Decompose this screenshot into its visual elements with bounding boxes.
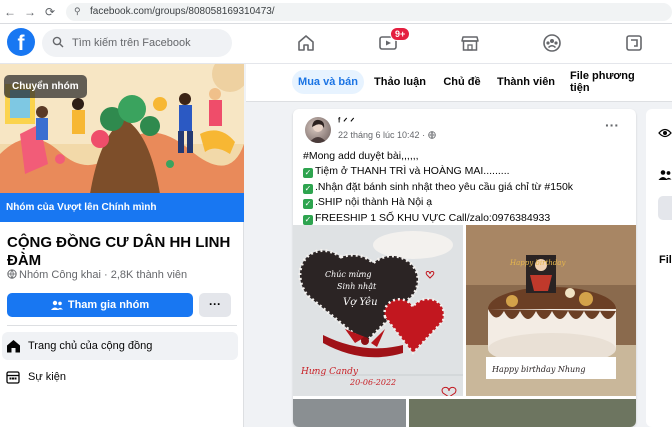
right-info-column: File <box>646 109 672 427</box>
cake-topper-text: Happy birthday <box>509 259 566 267</box>
post-line-text: Tiệm ở THANH TRÌ và HOÀNG MAI......... <box>315 165 510 178</box>
sidebar-divider <box>7 325 237 326</box>
reload-icon[interactable]: ⟳ <box>40 5 60 19</box>
address-url: facebook.com/groups/808058169310473/ <box>90 6 275 17</box>
sidebar-item-label: Sự kiện <box>28 371 66 383</box>
tab-buy-sell[interactable]: Mua và bán <box>292 70 364 94</box>
feed-post: ᶠ ᐟ ᐟ 22 tháng 6 lúc 10:42 · ··· #Mong a… <box>293 109 636 427</box>
group-tabs: Mua và bán Thảo luận Chủ đề Thành viên F… <box>246 64 672 102</box>
post-photo-4[interactable] <box>409 399 636 427</box>
post-line-text: FREESHIP 1 SỐ KHU VỰC Call/zalo:09763849… <box>315 211 551 224</box>
sidebar-item-events[interactable]: Sự kiện <box>2 363 238 391</box>
search-box[interactable]: Tìm kiếm trên Facebook <box>42 29 232 57</box>
cake-brand-text: Hưng Candy <box>300 367 359 377</box>
calendar-icon <box>6 370 28 384</box>
public-globe-icon <box>427 131 436 139</box>
post-line: ✓ FREESHIP 1 SỐ KHU VỰC Call/zalo:0976384… <box>303 211 629 226</box>
check-mark-icon: ✓ <box>303 183 313 194</box>
post-body: #Mong add duyệt bài,,,,,, ✓ Tiệm ở THANH … <box>303 149 629 226</box>
check-mark-icon: ✓ <box>303 168 313 179</box>
members-icon <box>658 170 672 180</box>
post-photo-heart-cake[interactable]: 20-06-2022 Hưng Candy Chúc mừng Sinh nhậ… <box>293 225 463 396</box>
forward-arrow-icon[interactable]: → <box>20 5 40 19</box>
switch-group-button[interactable]: Chuyển nhóm <box>4 75 87 98</box>
tab-topics[interactable]: Chủ đề <box>442 70 482 94</box>
post-photo-birthday-cake[interactable]: Happy birthday Happy birthday Nhung <box>466 225 636 396</box>
post-line: ✓ .SHIP nội thành Hà Nội ạ <box>303 195 629 210</box>
tab-discussion[interactable]: Thảo luận <box>372 70 428 94</box>
cake-message-text: Happy birthday Nhung <box>491 365 585 374</box>
globe-icon <box>7 269 17 279</box>
join-group-button[interactable]: Tham gia nhóm <box>7 293 193 317</box>
search-icon <box>52 36 66 51</box>
back-arrow-icon[interactable]: ← <box>0 5 20 19</box>
sidebar-item-label: Trang chủ của cộng đồng <box>28 340 153 352</box>
group-cover-illustration: Chuyển nhóm Nhóm của Vượt lên Chính mình <box>0 64 244 222</box>
check-mark-icon: ✓ <box>303 214 313 225</box>
site-info-icon[interactable]: ⚲ <box>74 6 84 17</box>
video-notification-badge: 9+ <box>390 27 411 41</box>
facebook-logo-icon[interactable]: f <box>7 28 35 56</box>
marketplace-icon[interactable] <box>459 32 481 54</box>
join-group-label: Tham gia nhóm <box>67 299 150 311</box>
post-time-text: 22 tháng 6 lúc 10:42 · <box>338 130 428 140</box>
post-line: ✓ Tiệm ở THANH TRÌ và HOÀNG MAI......... <box>303 164 629 179</box>
cover-caption: Nhóm của Vượt lên Chính mình <box>0 193 244 222</box>
post-line-text: .SHIP nội thành Hà Nội ạ <box>315 196 433 209</box>
author-avatar[interactable] <box>305 117 331 143</box>
sidebar-item-community-home[interactable]: Trang chủ của cộng đồng <box>2 332 238 360</box>
search-placeholder: Tìm kiếm trên Facebook <box>72 37 191 49</box>
eye-icon <box>658 128 672 138</box>
cake-date-text: 20-06-2022 <box>349 378 396 387</box>
tab-media[interactable]: File phương tiện <box>570 70 654 94</box>
cake-line2-text: Sinh nhật <box>337 282 377 291</box>
browser-url-bar: ← → ⟳ ⚲ facebook.com/groups/808058169310… <box>0 0 672 24</box>
home-filled-icon <box>6 339 28 353</box>
cake-line3-text: Vợ Yêu <box>343 297 378 308</box>
group-meta: Nhóm Công khai · 2,8K thành viên <box>7 269 187 281</box>
post-line: ✓ .Nhận đặt bánh sinh nhật theo yêu cầu g… <box>303 180 629 195</box>
group-meta-text: Nhóm Công khai · 2,8K thành viên <box>19 269 188 281</box>
post-line-text: .Nhận đặt bánh sinh nhật theo yêu cầu gi… <box>315 180 574 193</box>
post-options-icon[interactable]: ··· <box>605 117 619 133</box>
check-mark-icon: ✓ <box>303 199 313 210</box>
post-line: #Mong add duyệt bài,,,,,, <box>303 150 419 162</box>
post-photo-3[interactable] <box>293 399 406 427</box>
gaming-icon[interactable] <box>623 32 645 54</box>
facebook-header: f Tìm kiếm trên Facebook <box>0 24 672 64</box>
cake-line1-text: Chúc mừng <box>325 270 371 279</box>
right-action-button[interactable] <box>658 196 672 220</box>
tab-members[interactable]: Thành viên <box>496 70 556 94</box>
post-author[interactable]: ᶠ ᐟ ᐟ <box>338 117 354 128</box>
more-options-button[interactable]: ··· <box>199 293 231 317</box>
post-timestamp[interactable]: 22 tháng 6 lúc 10:42 · <box>338 130 436 140</box>
people-icon <box>50 300 63 310</box>
home-icon[interactable] <box>295 32 317 54</box>
group-title[interactable]: CỘNG ĐỒNG CƯ DÂN HH LINH ĐÀM <box>7 234 237 270</box>
address-bar[interactable]: ⚲ facebook.com/groups/808058169310473/ <box>66 2 672 21</box>
groups-icon[interactable] <box>541 32 563 54</box>
group-sidebar: Chuyển nhóm Nhóm của Vượt lên Chính mình… <box>0 64 244 427</box>
files-heading: File <box>659 254 672 266</box>
